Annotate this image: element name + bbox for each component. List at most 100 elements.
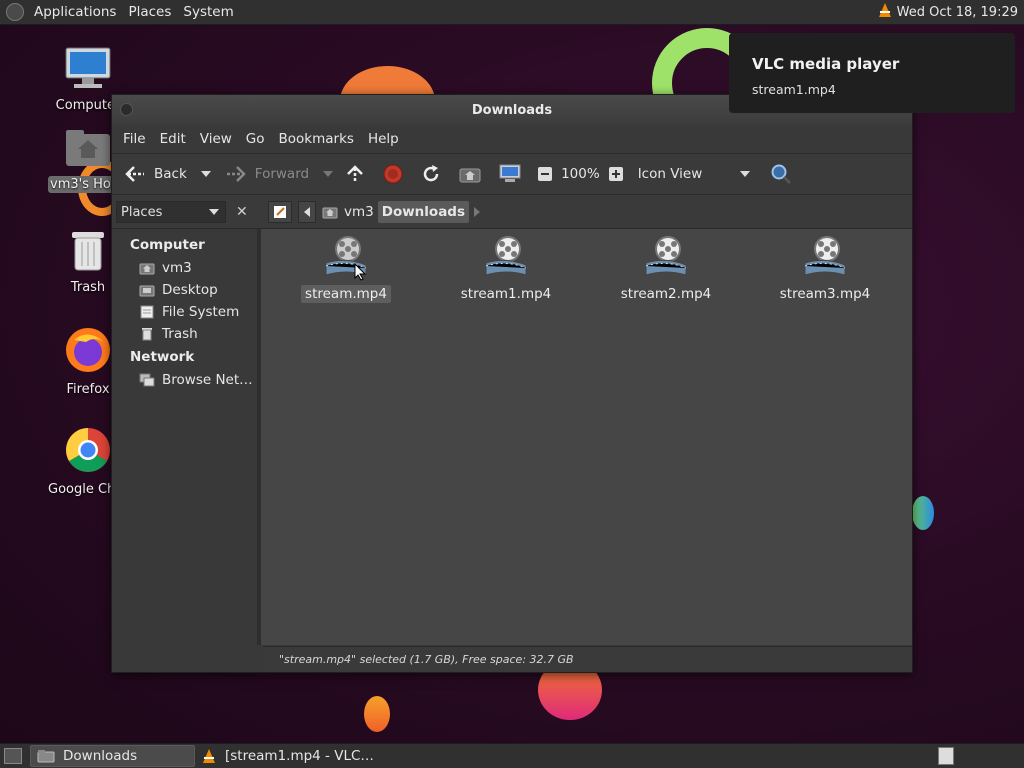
show-desktop-icon[interactable] [4, 748, 22, 764]
zoom-out-icon [538, 167, 553, 181]
computer-icon [65, 47, 111, 88]
status-bar: "stream.mp4" selected (1.7 GB), Free spa… [263, 646, 912, 672]
sidebar-item-label: Trash [162, 326, 198, 342]
notification-title: VLC media player [752, 55, 900, 73]
sidebar-type-value: Places [121, 204, 163, 220]
sidebar-heading-network: Network [130, 349, 195, 365]
menu-view[interactable]: View [193, 131, 239, 147]
places-menu[interactable]: Places [122, 4, 177, 20]
forward-label: Forward [254, 166, 310, 182]
reload-icon [423, 165, 439, 182]
file-item[interactable]: stream3.mp4 [765, 235, 885, 303]
notification-body: stream1.mp4 [752, 82, 836, 97]
chevron-left-icon [304, 207, 310, 217]
breadcrumb-item-home[interactable]: vm3 [318, 201, 378, 223]
file-item[interactable]: stream2.mp4 [606, 235, 726, 303]
sidebar-item-trash[interactable]: Trash [112, 323, 257, 345]
drive-icon [140, 305, 154, 319]
trash-icon [72, 232, 104, 271]
search-button[interactable] [766, 158, 796, 190]
search-icon [771, 164, 792, 185]
home-button[interactable] [455, 158, 485, 190]
breadcrumb-scroll-right-button[interactable] [469, 201, 485, 223]
workspace-switcher-icon[interactable] [938, 747, 954, 765]
sidebar-item-filesystem[interactable]: File System [112, 301, 257, 323]
taskbar-item-downloads[interactable]: Downloads [30, 745, 195, 767]
menubar: File Edit View Go Bookmarks Help [112, 125, 912, 153]
menu-file[interactable]: File [116, 131, 153, 147]
file-item[interactable]: stream.mp4 [286, 235, 406, 303]
menu-help[interactable]: Help [361, 131, 406, 147]
sidebar-item-label: vm3 [162, 260, 192, 276]
file-manager-window: Downloads File Edit View Go Bookmarks He… [111, 94, 913, 673]
close-sidebar-icon[interactable]: ✕ [236, 204, 248, 220]
sidebar-item-label: Desktop [162, 282, 218, 298]
sidebar-item-home[interactable]: vm3 [112, 257, 257, 279]
vlc-notification[interactable]: VLC media player stream1.mp4 [729, 33, 1015, 113]
bottom-panel: Downloads [stream1.mp4 - VLC… [0, 743, 1024, 768]
distro-logo-icon[interactable] [6, 3, 24, 21]
menu-go[interactable]: Go [239, 131, 272, 147]
sidebar-item-desktop[interactable]: Desktop [112, 279, 257, 301]
sidebar-item-label: Browse Net… [162, 372, 253, 388]
sidebar-heading-computer: Computer [130, 237, 205, 253]
edit-location-icon [274, 206, 286, 218]
trash-icon [142, 328, 152, 341]
back-label: Back [154, 166, 187, 182]
breadcrumb-scroll-left-button[interactable] [298, 201, 316, 223]
file-name: stream.mp4 [301, 285, 391, 303]
chevron-right-icon [474, 207, 481, 217]
video-file-icon [804, 236, 846, 276]
file-item[interactable]: stream1.mp4 [446, 235, 566, 303]
top-panel: Applications Places System Wed Oct 18, 1… [0, 0, 1024, 25]
back-history-dropdown-icon[interactable] [200, 171, 211, 177]
zoom-in-button[interactable] [604, 158, 628, 190]
home-folder-icon [459, 168, 481, 183]
folder-icon [37, 750, 55, 763]
network-icon [139, 373, 155, 387]
file-view[interactable]: stream.mp4 stream1.mp4 stream2.mp4 strea… [261, 229, 912, 645]
system-menu[interactable]: System [177, 4, 239, 20]
up-button[interactable] [341, 158, 369, 190]
computer-button[interactable] [495, 158, 525, 190]
firefox-icon [66, 328, 110, 372]
sidebar-item-label: File System [162, 304, 240, 320]
view-mode-select[interactable]: Icon View [634, 158, 755, 190]
breadcrumb-item-downloads[interactable]: Downloads [377, 201, 470, 223]
back-arrow-icon [125, 166, 144, 182]
zoom-out-button[interactable] [533, 158, 557, 190]
vlc-tray-icon[interactable] [877, 2, 893, 22]
taskbar-item-label: [stream1.mp4 - VLC… [225, 748, 374, 764]
zoom-level[interactable]: 100% [557, 158, 604, 190]
home-folder-icon [66, 130, 110, 166]
view-mode-value: Icon View [637, 166, 703, 182]
home-icon [139, 263, 155, 275]
home-folder-icon [322, 207, 338, 219]
chevron-down-icon [209, 209, 219, 215]
window-title: Downloads [471, 102, 553, 118]
stop-button[interactable] [379, 158, 407, 190]
video-file-icon [645, 236, 687, 276]
menu-edit[interactable]: Edit [153, 131, 193, 147]
breadcrumb: vm3 Downloads [260, 195, 485, 229]
menu-bookmarks[interactable]: Bookmarks [272, 131, 361, 147]
reload-button[interactable] [417, 158, 445, 190]
taskbar-item-vlc[interactable]: [stream1.mp4 - VLC… [195, 745, 375, 767]
window-menu-icon[interactable] [120, 103, 133, 116]
forward-button[interactable]: Forward [221, 158, 337, 190]
desktop-folder-icon [139, 285, 155, 297]
toolbar: Back Forward 100% Icon View [112, 153, 912, 195]
sidebar-type-select[interactable]: Places [116, 201, 226, 223]
applications-menu[interactable]: Applications [28, 4, 122, 20]
clock[interactable]: Wed Oct 18, 19:29 [897, 5, 1018, 20]
sidebar-item-browse-network[interactable]: Browse Net… [112, 369, 257, 391]
back-button[interactable]: Back [120, 158, 215, 190]
computer-icon [499, 164, 521, 182]
up-arrow-icon [347, 165, 363, 182]
toggle-location-entry-button[interactable] [268, 201, 292, 223]
places-sidebar: Computer vm3 Desktop File System Trash N… [112, 229, 261, 645]
forward-history-dropdown-icon[interactable] [323, 171, 334, 177]
view-mode-dropdown-icon [740, 171, 751, 177]
file-name: stream1.mp4 [460, 286, 552, 302]
breadcrumb-label: vm3 [344, 204, 374, 220]
